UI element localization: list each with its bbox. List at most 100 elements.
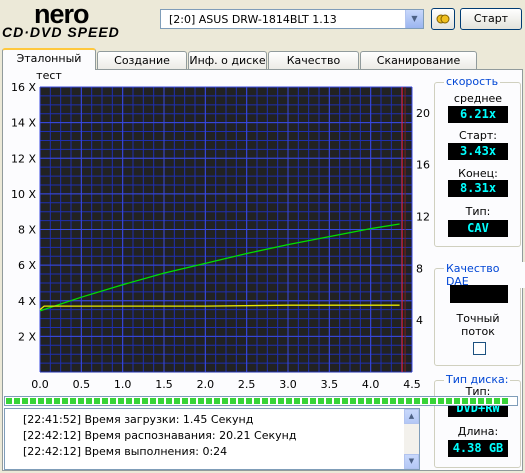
accurate-stream-label-2: поток	[461, 325, 495, 338]
progress-segment	[438, 398, 444, 404]
speed-average-label: среднее	[453, 92, 503, 105]
progress-segment	[286, 398, 292, 404]
cd-dvd-speed-logo: CD·DVD SPEED	[2, 24, 120, 40]
y-tick-label: 16 X	[11, 81, 36, 94]
y-tick-label: 12 X	[11, 152, 36, 165]
y-tick-label: 6 X	[18, 259, 36, 272]
scroll-up-icon[interactable]: ▲	[404, 409, 419, 424]
y-tick-label: 14 X	[11, 117, 36, 130]
progress-segment	[158, 398, 164, 404]
speed-type-value: CAV	[448, 220, 508, 237]
progress-segment	[166, 398, 172, 404]
progress-segment	[206, 398, 212, 404]
y2-tick-label: 12	[416, 211, 430, 224]
progress-segment	[38, 398, 44, 404]
progress-segment	[502, 398, 508, 404]
progress-segment	[214, 398, 220, 404]
x-tick-label: 3.5	[321, 378, 339, 391]
progress-segment	[262, 398, 268, 404]
progress-segment	[70, 398, 76, 404]
progress-segment	[310, 398, 316, 404]
x-tick-label: 2.0	[197, 378, 215, 391]
eject-icon	[436, 14, 450, 24]
chevron-down-icon[interactable]: ▼	[405, 10, 423, 28]
progress-segment	[342, 398, 348, 404]
progress-segment	[358, 398, 364, 404]
x-tick-label: 0.0	[31, 378, 49, 391]
tab-scan-disc[interactable]: Сканирование диска	[360, 51, 477, 84]
progress-segment	[270, 398, 276, 404]
tab-disc-info[interactable]: Инф. о диске	[188, 51, 267, 69]
dae-value	[450, 285, 508, 303]
log-time: [22:42:12]	[23, 429, 81, 442]
progress-segment	[86, 398, 92, 404]
start-button[interactable]: Старт	[460, 8, 522, 30]
x-tick-label: 4.5	[403, 378, 421, 391]
progress-segment	[198, 398, 204, 404]
y-tick-label: 2 X	[18, 330, 36, 343]
progress-segment	[350, 398, 356, 404]
drive-select[interactable]: [2:0] ASUS DRW-1814BLT 1.13 ▼	[160, 9, 424, 29]
progress-segment	[230, 398, 236, 404]
accurate-stream-checkbox[interactable]	[473, 342, 486, 355]
progress-segment	[462, 398, 468, 404]
progress-segment	[190, 398, 196, 404]
disc-length-value: 4.38 GB	[448, 440, 508, 457]
progress-segment	[494, 398, 500, 404]
eject-button[interactable]	[431, 8, 455, 30]
scroll-down-icon[interactable]: ▼	[404, 454, 419, 469]
progress-segment	[238, 398, 244, 404]
log-text: Время выполнения: 0:24	[84, 445, 228, 458]
progress-bar	[4, 396, 518, 406]
progress-segment	[366, 398, 372, 404]
progress-segment	[374, 398, 380, 404]
progress-segment	[302, 398, 308, 404]
progress-segment	[182, 398, 188, 404]
progress-segment	[398, 398, 404, 404]
x-tick-label: 3.0	[279, 378, 297, 391]
log-list: [22:41:52] Время загрузки: 1.45 Секунд […	[4, 408, 420, 470]
speed-group-title: скорость	[444, 75, 501, 88]
tab-disc-quality[interactable]: Качество диска	[268, 51, 359, 84]
progress-segment	[486, 398, 492, 404]
y-tick-label: 4 X	[18, 295, 36, 308]
progress-segment	[110, 398, 116, 404]
y2-tick-label: 4	[416, 314, 423, 327]
progress-segment	[254, 398, 260, 404]
benchmark-chart: 2 X 4 X 6 X 8 X 10 X 12 X 14 X 16 X 4 8 12 16 20 0.0 0…	[11, 81, 430, 391]
disc-length-label: Длина:	[457, 425, 499, 438]
x-tick-label: 0.5	[73, 378, 91, 391]
progress-segment	[246, 398, 252, 404]
progress-segment	[150, 398, 156, 404]
y2-tick-label: 16	[416, 159, 430, 172]
progress-segment	[46, 398, 52, 404]
progress-segment	[62, 398, 68, 404]
progress-segment	[22, 398, 28, 404]
progress-segment	[390, 398, 396, 404]
speed-end-value: 8.31x	[448, 180, 508, 197]
log-text: Время распознавания: 20.21 Секунд	[84, 429, 297, 442]
progress-segment	[334, 398, 340, 404]
log-scrollbar[interactable]: ▲ ▼	[404, 409, 419, 469]
progress-segment	[278, 398, 284, 404]
y-tick-label: 8 X	[18, 224, 36, 237]
progress-segment	[94, 398, 100, 404]
progress-segment	[126, 398, 132, 404]
speed-type-label: Тип:	[465, 205, 491, 218]
progress-segment	[142, 398, 148, 404]
tab-create-disc[interactable]: Создание диска	[97, 51, 187, 84]
progress-segment	[78, 398, 84, 404]
progress-segment	[422, 398, 428, 404]
progress-segment	[326, 398, 332, 404]
tab-benchmark[interactable]: Эталонный тест	[2, 48, 96, 82]
log-text: Время загрузки: 1.45 Секунд	[84, 413, 254, 426]
log-time: [22:41:52]	[23, 413, 81, 426]
progress-segment	[222, 398, 228, 404]
progress-segment	[174, 398, 180, 404]
progress-segment	[406, 398, 412, 404]
x-tick-label: 4.0	[362, 378, 380, 391]
progress-segment	[478, 398, 484, 404]
progress-segment	[454, 398, 460, 404]
progress-segment	[102, 398, 108, 404]
x-tick-label: 2.5	[238, 378, 256, 391]
